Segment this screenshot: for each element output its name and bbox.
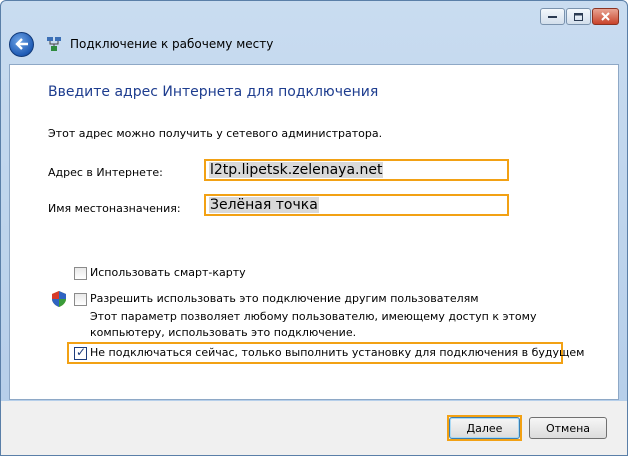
maximize-icon (574, 12, 583, 21)
wizard-titlebar: Подключение к рабочему месту (9, 29, 619, 59)
uac-shield-icon (52, 291, 66, 307)
share-checkbox[interactable] (74, 293, 87, 306)
close-button[interactable] (592, 8, 619, 25)
wizard-window: Подключение к рабочему месту Введите адр… (0, 0, 628, 456)
maximize-button[interactable] (566, 8, 591, 25)
caption-buttons (540, 8, 619, 25)
address-value: l2tp.lipetsk.zelenaya.net (209, 162, 384, 178)
destination-value: Зелёная точка (209, 197, 319, 213)
smartcard-label[interactable]: Использовать смарт-карту (90, 266, 246, 279)
connect-later-checkbox[interactable] (74, 345, 87, 360)
share-description: Этот параметр позволяет любому пользоват… (90, 310, 537, 339)
page-heading: Введите адрес Интернета для подключения (48, 84, 379, 100)
back-arrow-icon (14, 38, 28, 50)
destination-label: Имя местоназначения: (48, 202, 181, 215)
address-label: Адрес в Интернете: (48, 166, 163, 179)
wizard-footer: Далее Отмена (1, 401, 627, 455)
minimize-icon (548, 15, 557, 18)
back-button[interactable] (9, 31, 34, 57)
share-label[interactable]: Разрешить использовать это подключение д… (90, 292, 479, 305)
network-connection-icon (47, 37, 61, 51)
smartcard-checkbox[interactable] (74, 267, 87, 280)
destination-input[interactable]: Зелёная точка (204, 194, 509, 216)
wizard-content: Введите адрес Интернета для подключения … (9, 64, 619, 400)
page-hint: Этот адрес можно получить у сетевого адм… (48, 127, 383, 140)
connect-later-label[interactable]: Не подключаться сейчас, только выполнить… (90, 346, 584, 359)
address-input[interactable]: l2tp.lipetsk.zelenaya.net (204, 159, 509, 181)
close-icon (601, 12, 610, 21)
cancel-button[interactable]: Отмена (529, 417, 607, 439)
next-button[interactable]: Далее (449, 417, 520, 439)
minimize-button[interactable] (540, 8, 565, 25)
window-title: Подключение к рабочему месту (70, 37, 274, 51)
